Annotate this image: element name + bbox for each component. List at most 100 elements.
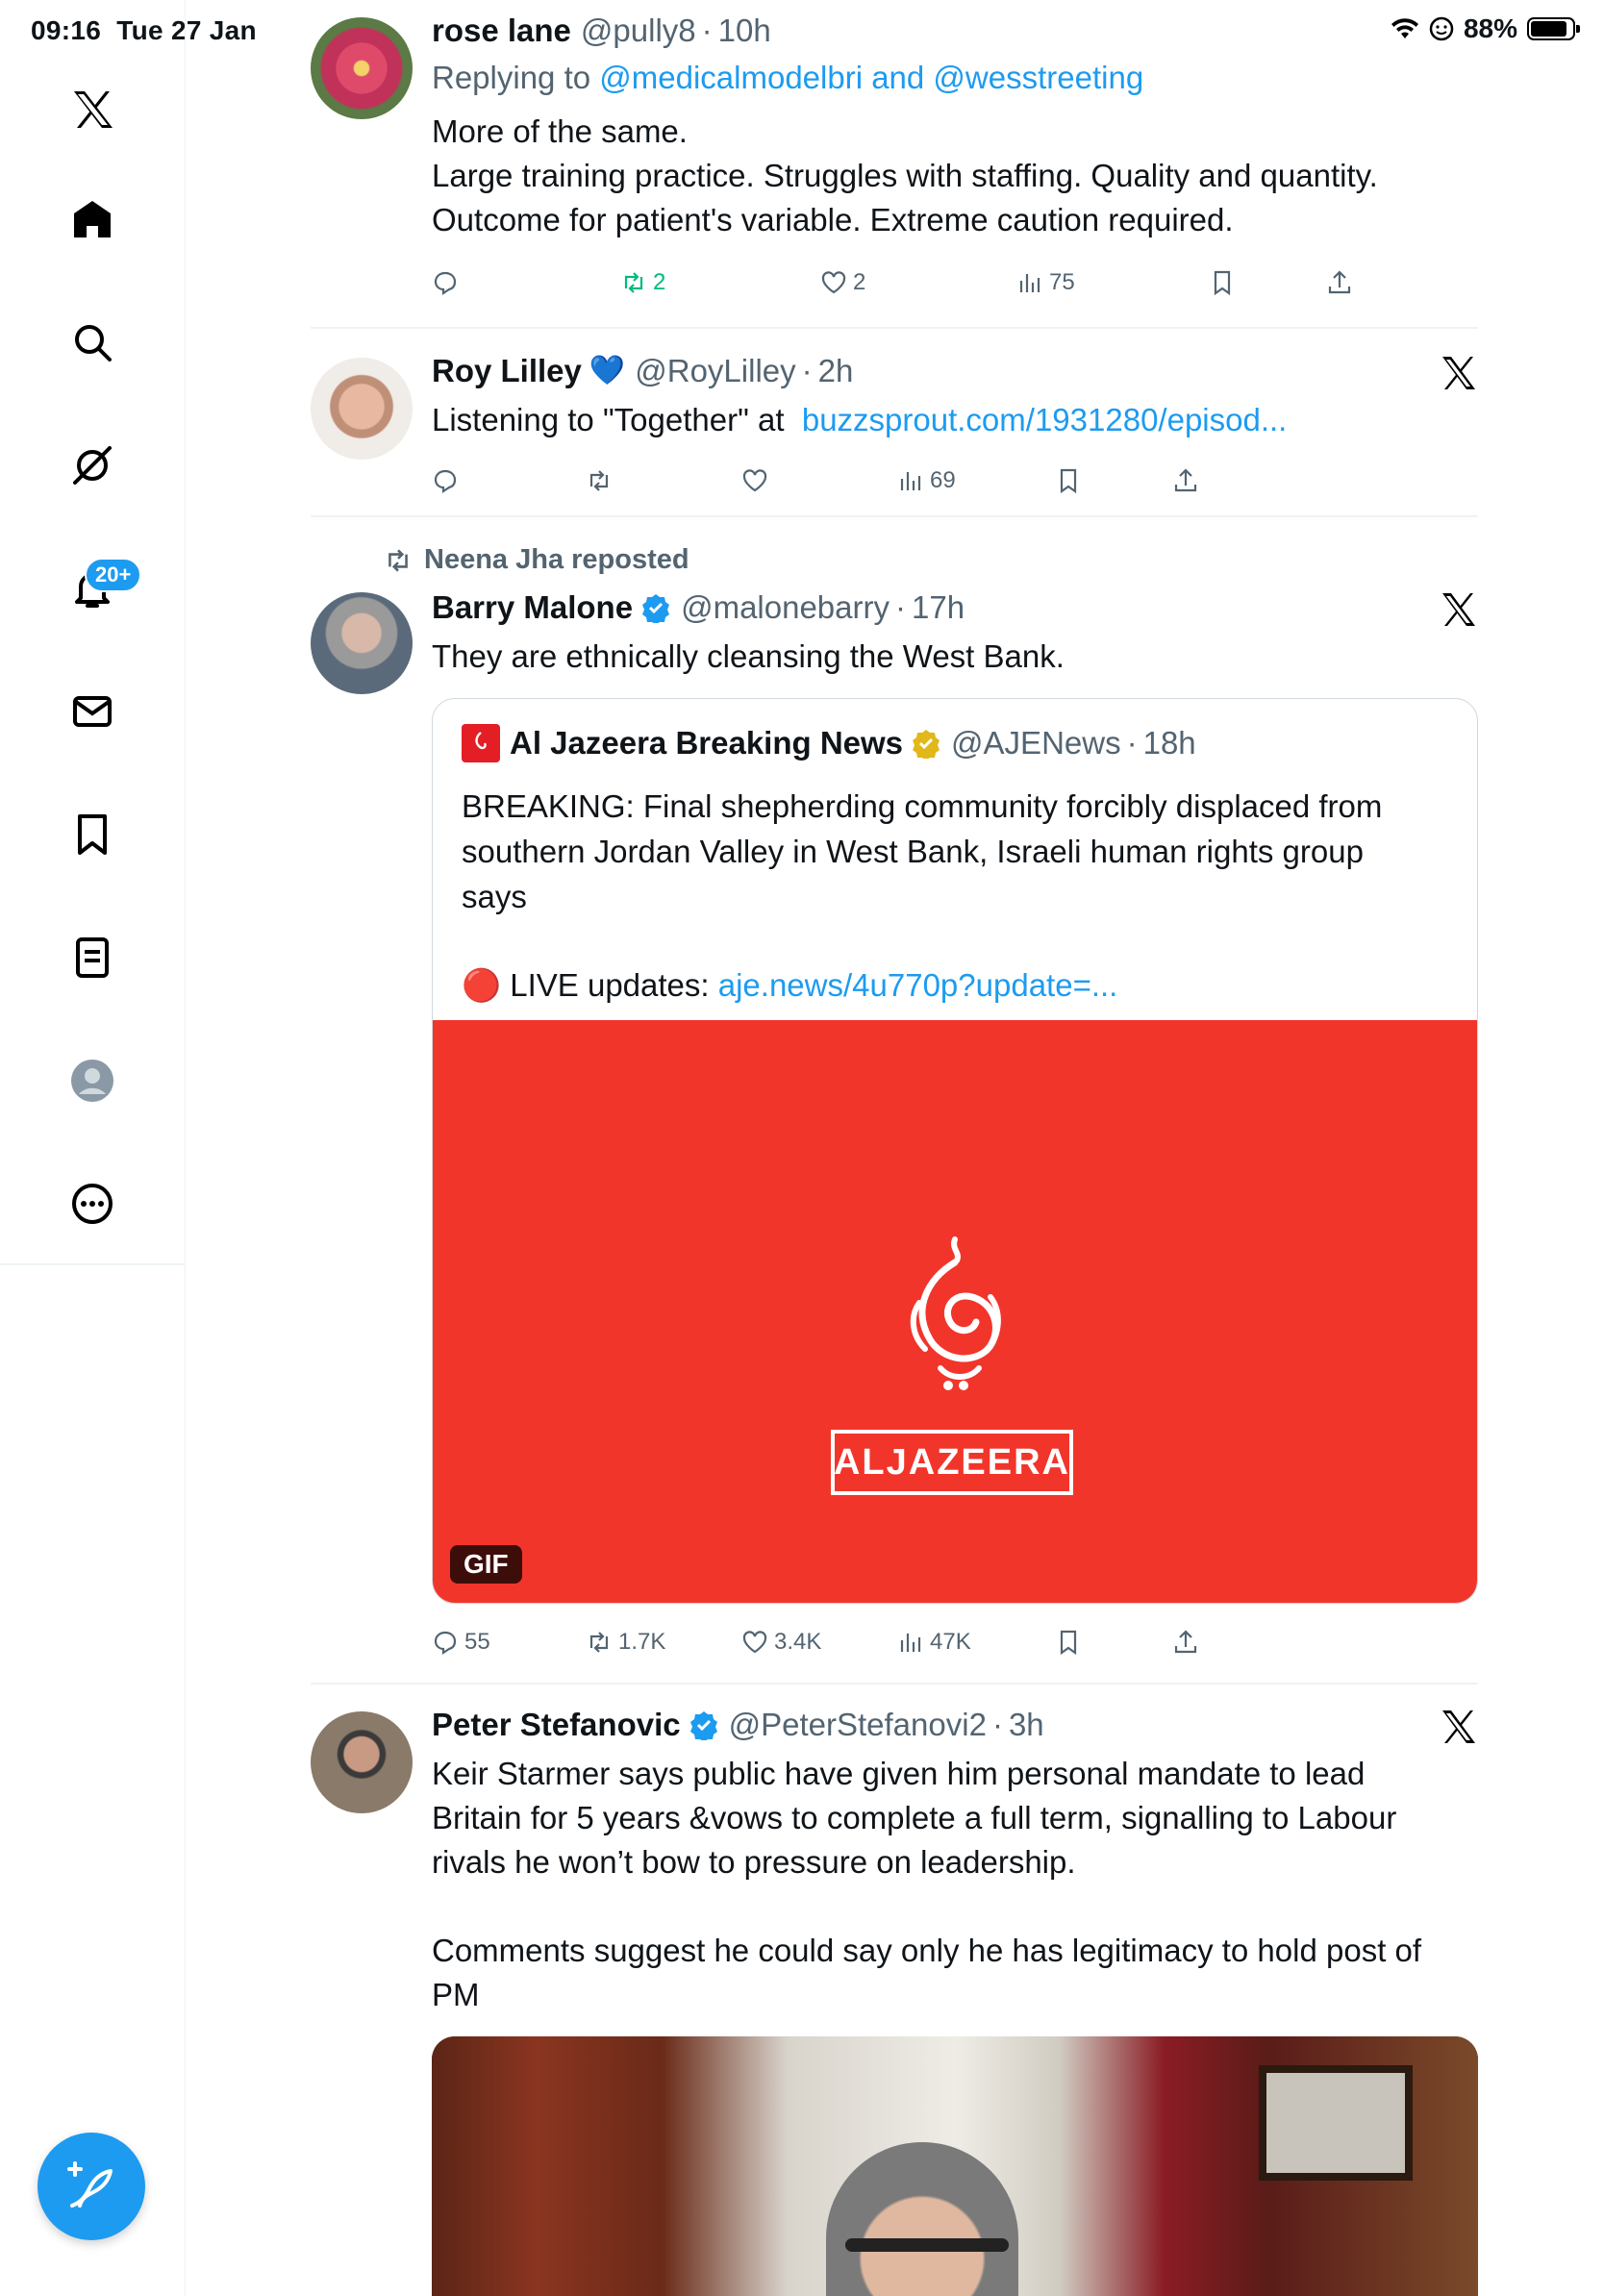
- quote-author-name[interactable]: Al Jazeera Breaking News: [510, 722, 903, 764]
- lists-icon[interactable]: [54, 919, 131, 996]
- quote-media-gif[interactable]: ALJAZEERA GIF: [433, 1020, 1477, 1603]
- quote-text: BREAKING: Final shepherding community fo…: [462, 784, 1439, 1008]
- tweet-body: Peter Stefanovic @PeterStefanovi2 · 3h K…: [432, 1704, 1478, 2017]
- x-source-icon: [1442, 1710, 1475, 1743]
- retweet-icon: [624, 272, 643, 293]
- tweet-body: rose lane @pully8 · 10h Replying to @med…: [432, 10, 1478, 242]
- replying-to-link[interactable]: @medicalmodelbri and @wesstreeting: [599, 60, 1143, 95]
- live-updates-link[interactable]: aje.news/4u770p?update=...: [718, 967, 1118, 1003]
- reply-button[interactable]: 55: [432, 1621, 490, 1663]
- tweet-actions: 55 1.7K 3.4K 47K: [432, 1621, 1345, 1663]
- bookmark-icon: [1060, 468, 1077, 494]
- live-updates-line: 🔴 LIVE updates: aje.news/4u770p?update=.…: [462, 967, 1118, 1003]
- search-icon[interactable]: [54, 304, 131, 381]
- gif-badge: GIF: [450, 1545, 522, 1584]
- sidebar: 20+: [0, 0, 186, 2296]
- aljazeera-wordmark: ALJAZEERA: [831, 1430, 1073, 1495]
- aljazeera-logo-icon: [462, 724, 500, 762]
- tweet-text: They are ethnically cleansing the West B…: [432, 638, 1065, 674]
- reply-button[interactable]: [432, 460, 459, 502]
- messages-envelope-icon[interactable]: [54, 673, 131, 750]
- compose-feather-icon: [67, 2161, 113, 2208]
- separator-dot: ·: [1126, 725, 1138, 761]
- tweet-actions: 2 2 75: [432, 262, 1351, 304]
- replying-to: Replying to @medicalmodelbri and @wesstr…: [432, 60, 1144, 95]
- separator-dot: ·: [991, 1707, 1003, 1742]
- tweet-actions: 69: [432, 460, 1345, 502]
- tweet-link[interactable]: buzzsprout.com/1931280/episod...: [802, 402, 1288, 437]
- views-button[interactable]: 69: [897, 460, 956, 502]
- author-handle[interactable]: @malonebarry: [681, 586, 890, 629]
- separator-dot: ·: [801, 353, 813, 388]
- x-source-icon: [1442, 357, 1475, 389]
- tweet-header: Roy Lilley 💙 @RoyLilley · 2h: [432, 350, 1478, 392]
- share-button[interactable]: [1172, 1621, 1199, 1663]
- retweet-icon: [589, 470, 609, 491]
- x-logo-icon[interactable]: [54, 71, 131, 148]
- author-handle[interactable]: @pully8: [581, 10, 696, 52]
- tweet-text: More of the same. Large training practic…: [432, 113, 1378, 237]
- reposted-by: Neena Jha reposted: [424, 544, 689, 575]
- repost-icon: [388, 548, 408, 572]
- tweet-photo[interactable]: [432, 2036, 1478, 2296]
- retweet-button[interactable]: [586, 460, 613, 502]
- author-name[interactable]: Peter Stefanovic: [432, 1704, 681, 1746]
- like-button[interactable]: 3.4K: [741, 1621, 821, 1663]
- grok-icon[interactable]: [54, 427, 131, 504]
- bookmarks-icon[interactable]: [54, 796, 131, 873]
- avatar[interactable]: [311, 1711, 413, 1813]
- tweet-divider: [311, 327, 1478, 329]
- heart-icon: [821, 271, 846, 294]
- views-chart-icon: [900, 1634, 921, 1652]
- like-button[interactable]: 2: [820, 262, 865, 304]
- share-icon: [1328, 270, 1351, 294]
- tweet-time[interactable]: 10h: [718, 10, 771, 52]
- sidebar-divider: [0, 1263, 186, 1265]
- views-button[interactable]: 75: [1016, 262, 1075, 304]
- bookmark-button[interactable]: [1055, 460, 1082, 502]
- share-icon: [1174, 1630, 1197, 1654]
- like-button[interactable]: [741, 460, 768, 502]
- share-button[interactable]: [1326, 262, 1353, 304]
- quote-header: Al Jazeera Breaking News @AJENews · 18h: [462, 722, 1196, 764]
- tweet-time[interactable]: 17h: [912, 586, 965, 629]
- tweet-time[interactable]: 3h: [1009, 1704, 1044, 1746]
- share-button[interactable]: [1172, 460, 1199, 502]
- tweet-divider: [311, 515, 1478, 517]
- aljazeera-calligraphy-logo: [910, 1236, 1001, 1390]
- share-icon: [1174, 468, 1197, 492]
- bookmark-button[interactable]: [1055, 1621, 1082, 1663]
- bookmark-button[interactable]: [1209, 262, 1236, 304]
- author-name[interactable]: rose lane: [432, 10, 571, 52]
- avatar[interactable]: [311, 358, 413, 460]
- separator-dot: ·: [701, 12, 713, 48]
- retweet-button[interactable]: 1.7K: [586, 1621, 665, 1663]
- tweet-text: Keir Starmer says public have given him …: [432, 1756, 1422, 2012]
- blue-heart-emoji: 💙: [589, 355, 626, 387]
- tweet-header: Barry Malone @malonebarry · 17h: [432, 586, 1478, 629]
- tweet-divider: [311, 1683, 1478, 1685]
- author-handle[interactable]: @PeterStefanovi2: [729, 1704, 987, 1746]
- tweet-time[interactable]: 2h: [818, 350, 854, 392]
- reply-button[interactable]: [432, 262, 459, 304]
- views-button[interactable]: 47K: [897, 1621, 971, 1663]
- x-source-icon: [1442, 593, 1475, 626]
- more-icon[interactable]: [54, 1165, 131, 1242]
- notifications-badge: 20+: [85, 558, 142, 592]
- avatar[interactable]: [311, 592, 413, 694]
- quote-author-handle[interactable]: @AJENews: [951, 722, 1121, 764]
- profile-avatar-icon[interactable]: [54, 1042, 131, 1119]
- quoted-tweet[interactable]: Al Jazeera Breaking News @AJENews · 18h …: [432, 698, 1478, 1604]
- tweet-body: Barry Malone @malonebarry · 17h They are…: [432, 586, 1478, 679]
- repost-indicator[interactable]: Neena Jha reposted: [382, 544, 689, 576]
- battery-icon: [1527, 17, 1580, 40]
- bookmark-icon: [1214, 270, 1231, 296]
- author-name[interactable]: Barry Malone: [432, 586, 633, 629]
- author-name[interactable]: Roy Lilley: [432, 350, 582, 392]
- home-icon[interactable]: [54, 181, 131, 258]
- reply-icon: [434, 469, 457, 494]
- compose-button[interactable]: [38, 2133, 145, 2240]
- retweet-button[interactable]: 2: [620, 262, 665, 304]
- author-handle[interactable]: @RoyLilley: [635, 350, 795, 392]
- avatar[interactable]: [311, 17, 413, 119]
